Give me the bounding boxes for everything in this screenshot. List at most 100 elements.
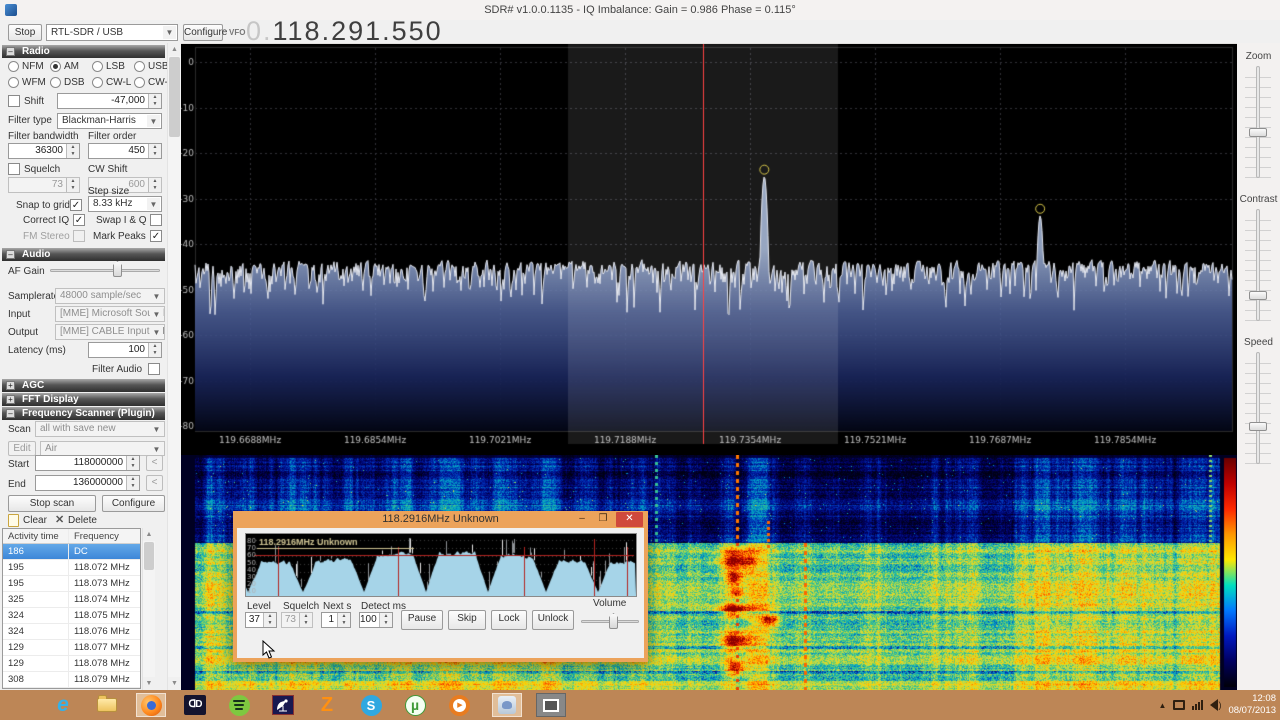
skip-button[interactable]: Skip — [448, 610, 486, 630]
filter-audio-checkbox[interactable] — [148, 363, 160, 375]
audio-group-header[interactable]: – Audio — [2, 248, 165, 261]
volume-slider-thumb[interactable] — [609, 613, 618, 629]
shift-value-spinner[interactable]: -47,000 ▲ ▼ — [57, 93, 162, 109]
network-signal-icon[interactable] — [1192, 700, 1204, 710]
panel-scrollbar-thumb[interactable] — [169, 57, 180, 137]
filter-type-select[interactable]: Blackman-Harris ▼ — [57, 113, 162, 129]
detect-spinner[interactable]: 100 ▲ ▼ — [359, 612, 393, 628]
collapse-icon[interactable]: – — [6, 250, 15, 259]
table-header[interactable]: Activity time Frequency — [3, 529, 140, 544]
firefox-icon[interactable] — [136, 693, 166, 717]
tray-expand-icon[interactable]: ▲ — [1159, 701, 1167, 710]
lock-button[interactable]: Lock — [491, 610, 527, 630]
contrast-slider[interactable] — [1256, 209, 1260, 321]
table-row[interactable]: 129 118.078 MHz — [3, 656, 140, 672]
maximize-icon[interactable]: ❐ — [593, 512, 613, 527]
start-frequency-spinner[interactable]: 118000000 ▲ ▼ — [35, 455, 140, 471]
dolby-icon[interactable]: ᗡD — [180, 693, 210, 717]
file-explorer-icon[interactable] — [92, 693, 122, 717]
pause-button[interactable]: Pause — [401, 610, 443, 630]
unlock-button[interactable]: Unlock — [532, 610, 574, 630]
scroll-up-icon[interactable]: ▲ — [168, 43, 181, 56]
frequency-scanner-group-header[interactable]: – Frequency Scanner (Plugin) — [2, 407, 165, 420]
radio-button-icon[interactable] — [92, 61, 103, 72]
squelch-checkbox[interactable] — [8, 163, 20, 175]
minimize-icon[interactable]: – — [572, 512, 592, 527]
sdrsharp-taskbar-icon[interactable] — [268, 693, 298, 717]
radio-button-icon[interactable] — [8, 61, 19, 72]
spinner-arrows-icon[interactable]: ▲ ▼ — [148, 94, 161, 108]
device-select[interactable]: RTL-SDR / USB ▼ — [46, 24, 178, 41]
contrast-slider-thumb[interactable] — [1249, 291, 1267, 300]
collapse-icon[interactable]: + — [6, 381, 15, 390]
radio-button-icon[interactable] — [92, 77, 103, 88]
mode-option-am[interactable]: AM — [50, 61, 79, 72]
delete-button[interactable]: Delete — [68, 515, 97, 526]
swap-iq-checkbox[interactable] — [150, 214, 162, 226]
speed-slider-thumb[interactable] — [1249, 422, 1267, 431]
collapse-icon[interactable]: – — [6, 47, 15, 56]
mode-option-dsb[interactable]: DSB — [50, 77, 85, 88]
frequency-display[interactable]: 0.118.291.550 — [246, 16, 443, 47]
clear-button[interactable]: Clear — [23, 515, 47, 526]
table-scrollbar[interactable]: ▲ ▼ — [142, 528, 155, 690]
af-gain-slider-thumb[interactable] — [113, 261, 122, 277]
scanner-configure-button[interactable]: Configure — [102, 495, 165, 512]
table-scrollbar-thumb[interactable] — [144, 542, 154, 570]
radio-group-header[interactable]: – Radio — [2, 45, 165, 58]
scroll-up-icon[interactable]: ▲ — [143, 528, 155, 541]
shift-checkbox[interactable] — [8, 95, 20, 107]
mode-option-lsb[interactable]: LSB — [92, 61, 125, 72]
tray-clock[interactable]: 12:08 08/07/2013 — [1228, 693, 1276, 717]
filter-bandwidth-spinner[interactable]: 36300 ▲ ▼ — [8, 143, 80, 159]
step-size-select[interactable]: 8.33 kHz ▼ — [88, 196, 162, 212]
mark-peaks-checkbox[interactable] — [150, 230, 162, 242]
column-header-frequency[interactable]: Frequency — [69, 529, 136, 543]
virtual-machine-icon[interactable] — [536, 693, 566, 717]
radio-button-icon[interactable] — [50, 61, 61, 72]
agc-group-header[interactable]: + AGC — [2, 379, 165, 392]
zoiper-icon[interactable]: Z — [312, 693, 342, 717]
spotify-icon[interactable] — [224, 693, 254, 717]
fft-display-group-header[interactable]: + FFT Display — [2, 393, 165, 406]
table-row[interactable]: 195 118.072 MHz — [3, 560, 140, 576]
skype-icon[interactable]: S — [356, 693, 386, 717]
zoom-slider-thumb[interactable] — [1249, 128, 1267, 137]
scroll-down-icon[interactable]: ▼ — [168, 677, 181, 690]
radio-button-icon[interactable] — [134, 61, 145, 72]
table-row[interactable]: 129 118.077 MHz — [3, 640, 140, 656]
utorrent-icon[interactable]: µ — [400, 693, 430, 717]
configure-button[interactable]: Configure — [183, 24, 227, 41]
table-row[interactable]: 308 118.079 MHz — [3, 672, 140, 688]
scanner-popup-window[interactable]: 118.2916MHz Unknown – ❐ ✕ Level 37 ▲ ▼ Squ… — [233, 511, 648, 662]
close-icon[interactable]: ✕ — [616, 512, 643, 527]
panel-scrollbar[interactable]: ▲ ▼ — [167, 43, 181, 690]
stop-button[interactable]: Stop — [8, 24, 42, 41]
table-row[interactable]: 325 118.074 MHz — [3, 592, 140, 608]
table-row[interactable]: 186 DC — [3, 544, 140, 560]
collapse-icon[interactable]: – — [6, 409, 15, 418]
correct-iq-checkbox[interactable] — [73, 214, 85, 226]
mode-option-wfm[interactable]: WFM — [8, 77, 46, 88]
popup-spectrum-display[interactable] — [245, 533, 637, 597]
mode-option-nfm[interactable]: NFM — [8, 61, 44, 72]
radio-button-icon[interactable] — [50, 77, 61, 88]
radio-button-icon[interactable] — [8, 77, 19, 88]
volume-tray-icon[interactable]: ) — [1210, 699, 1221, 711]
internet-explorer-icon[interactable]: e — [48, 693, 78, 717]
snap-to-grid-checkbox[interactable] — [70, 199, 82, 211]
speed-slider[interactable] — [1256, 352, 1260, 464]
level-spinner[interactable]: 37 ▲ ▼ — [245, 612, 277, 628]
latency-spinner[interactable]: 100 ▲ ▼ — [88, 342, 162, 358]
scroll-down-icon[interactable]: ▼ — [143, 677, 155, 690]
next-spinner[interactable]: 1 ▲ ▼ — [321, 612, 351, 628]
table-row[interactable]: 324 118.076 MHz — [3, 624, 140, 640]
media-player-icon[interactable]: ▶ — [444, 693, 474, 717]
radio-button-icon[interactable] — [134, 77, 145, 88]
mode-option-cw-l[interactable]: CW-L — [92, 77, 131, 88]
mode-option-usb[interactable]: USB — [134, 61, 169, 72]
filter-order-spinner[interactable]: 450 ▲ ▼ — [88, 143, 162, 159]
scan-results-table[interactable]: Activity time Frequency 186 DC 195 118.072 … — [2, 528, 141, 689]
table-row[interactable]: 324 118.075 MHz — [3, 608, 140, 624]
rf-spectrum-display[interactable] — [181, 44, 1237, 455]
